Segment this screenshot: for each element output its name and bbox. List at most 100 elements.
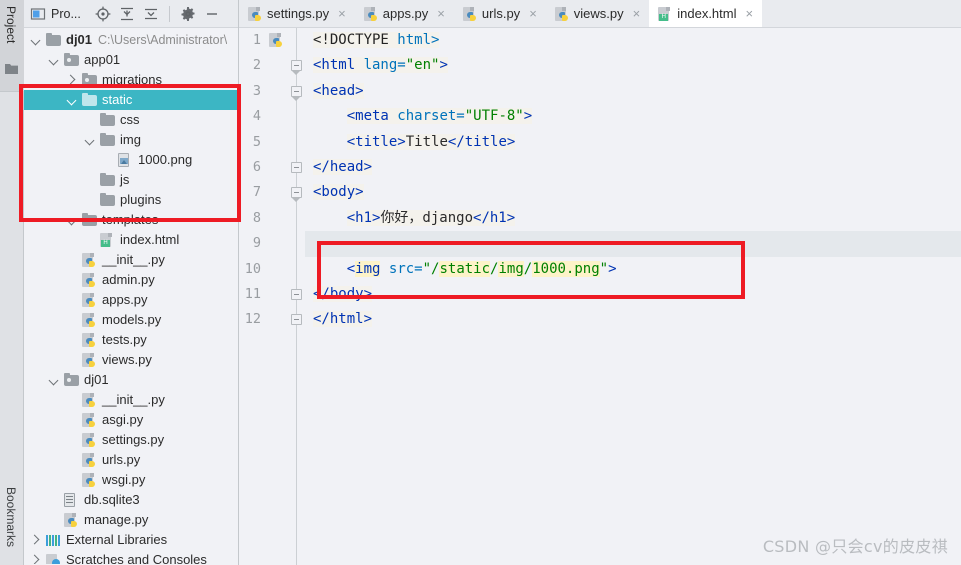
code-line-6[interactable]: </head> [305,155,961,180]
tree-item-asgi-py[interactable]: asgi.py [24,410,238,430]
tree-item-label: External Libraries [66,532,168,547]
chevron-down-icon [48,375,59,386]
tree-expand-toggle[interactable] [66,214,78,226]
scratches-icon [46,554,61,564]
close-icon[interactable]: × [745,7,753,20]
target-icon[interactable] [95,6,111,22]
tree-item-migrations[interactable]: migrations [24,70,238,90]
tree-item-static[interactable]: static [24,90,238,110]
code-line-5[interactable]: <title>Title</title> [305,130,961,155]
folder-icon [100,112,115,126]
project-file-tree[interactable]: dj01 C:\Users\Administrator\ app01 migratio… [24,28,238,564]
tree-item-label: 1000.png [138,152,193,167]
tree-item-settings-py[interactable]: settings.py [24,430,238,450]
tree-item-templates[interactable]: templates [24,210,238,230]
tree-item-plugins[interactable]: plugins [24,190,238,210]
python-file-icon [82,453,96,468]
close-icon[interactable]: × [338,7,346,20]
tree-item-label: db.sqlite3 [84,492,140,507]
code-line-10[interactable]: <img src="/static/img/1000.png"> [305,257,961,282]
python-file-icon [64,513,78,528]
code-line-2[interactable]: <html lang="en"> [305,53,961,78]
tree-item-label: tests.py [102,332,147,347]
code-line-4[interactable]: <meta charset="UTF-8"> [305,104,961,129]
editor-gutter[interactable]: 1 2 3 4 5 6 7 8 9 10 11 12 [239,28,305,565]
tree-expand-toggle[interactable] [65,74,78,86]
tree-item-admin-py[interactable]: admin.py [24,270,238,290]
code-line-3[interactable]: <head> [305,79,961,104]
tree-item-views-py[interactable]: views.py [24,350,238,370]
tree-item-img[interactable]: img [24,130,238,150]
tree-item-apps-py[interactable]: apps.py [24,290,238,310]
code-line-12[interactable]: </html> [305,307,961,332]
tree-item-1000-png[interactable]: 1000.png [24,150,238,170]
editor-tab-settings-py[interactable]: settings.py × [239,0,355,27]
code-line-8[interactable]: <h1>你好，django</h1> [305,206,961,231]
close-icon[interactable]: × [529,7,537,20]
tree-expand-toggle[interactable] [30,34,42,46]
tree-item-label: views.py [102,352,152,367]
tree-expand-toggle[interactable] [66,94,78,106]
line-number-1: 1 [239,28,304,53]
line-number-9: 9 [252,235,261,252]
tree-item-scratches-and-consoles[interactable]: Scratches and Consoles [24,550,238,564]
fold-toggle-icon[interactable] [291,162,302,173]
code-content[interactable]: <!DOCTYPE html> <html lang="en"> <head> <m… [305,28,961,565]
tree-item-urls-py[interactable]: urls.py [24,450,238,470]
code-line-9[interactable] [305,231,961,257]
minimize-icon[interactable] [204,6,220,22]
close-icon[interactable]: × [633,7,641,20]
expand-all-icon[interactable] [119,6,135,22]
tree-item-dj01[interactable]: dj01 C:\Users\Administrator\ [24,30,238,50]
tree-item-css[interactable]: css [24,110,238,130]
tree-item-label: img [120,132,141,147]
line-number-10: 10 [244,260,261,277]
tree-item-external-libraries[interactable]: External Libraries [24,530,238,550]
code-line-11[interactable]: </body> [305,282,961,307]
collapse-all-icon[interactable] [143,6,159,22]
project-view-selector[interactable]: Pro... [30,6,81,22]
fold-toggle-icon[interactable] [291,60,302,72]
close-icon[interactable]: × [437,7,445,20]
python-file-icon [82,473,96,488]
tree-expand-toggle[interactable] [29,554,42,564]
project-tool-tab-label[interactable]: Project [4,6,18,43]
tree-item-wsgi-py[interactable]: wsgi.py [24,470,238,490]
editor-tab-index-html[interactable]: Hindex.html × [649,0,763,27]
gear-icon[interactable] [180,6,196,22]
tree-item-dj01[interactable]: dj01 [24,370,238,390]
tree-expand-toggle[interactable] [84,134,96,146]
code-line-7[interactable]: <body> [305,180,961,205]
fold-toggle-icon[interactable] [291,314,302,326]
tree-item-index-html[interactable]: Hindex.html [24,230,238,250]
tree-item--init-py[interactable]: __init__.py [24,390,238,410]
tree-expand-toggle[interactable] [48,54,60,66]
tree-item-app01[interactable]: app01 [24,50,238,70]
project-window-icon [30,6,46,22]
tree-item-models-py[interactable]: models.py [24,310,238,330]
code-line-1[interactable]: <!DOCTYPE html> [305,28,961,53]
python-file-icon [554,6,569,22]
fold-toggle-icon[interactable] [291,187,302,199]
bookmarks-tool-tab-label[interactable]: Bookmarks [4,487,18,547]
tree-item-label: asgi.py [102,412,144,427]
tree-item-js[interactable]: js [24,170,238,190]
editor-tab-apps-py[interactable]: apps.py × [355,0,454,27]
chevron-down-icon [84,135,95,146]
tree-item-manage-py[interactable]: manage.py [24,510,238,530]
editor-tab-bar[interactable]: settings.py × apps.py × urls.py × views.py × Hin… [239,0,961,28]
tree-item--init-py[interactable]: __init__.py [24,250,238,270]
editor-tab-urls-py[interactable]: urls.py × [454,0,546,27]
tree-expand-toggle[interactable] [29,534,42,546]
python-file-icon [82,353,96,368]
fold-toggle-icon[interactable] [291,85,302,97]
tree-expand-toggle[interactable] [48,374,60,386]
pycharm-window: Project Bookmarks Pro... dj01 C:\Users\A… [0,0,961,565]
tree-item-db-sqlite3[interactable]: db.sqlite3 [24,490,238,510]
fold-toggle-icon[interactable] [291,289,302,300]
tree-item-tests-py[interactable]: tests.py [24,330,238,350]
editor-tab-views-py[interactable]: views.py × [546,0,649,27]
tree-item-label: settings.py [102,432,165,447]
source-folder-icon [64,52,79,66]
tree-item-label: plugins [120,192,162,207]
